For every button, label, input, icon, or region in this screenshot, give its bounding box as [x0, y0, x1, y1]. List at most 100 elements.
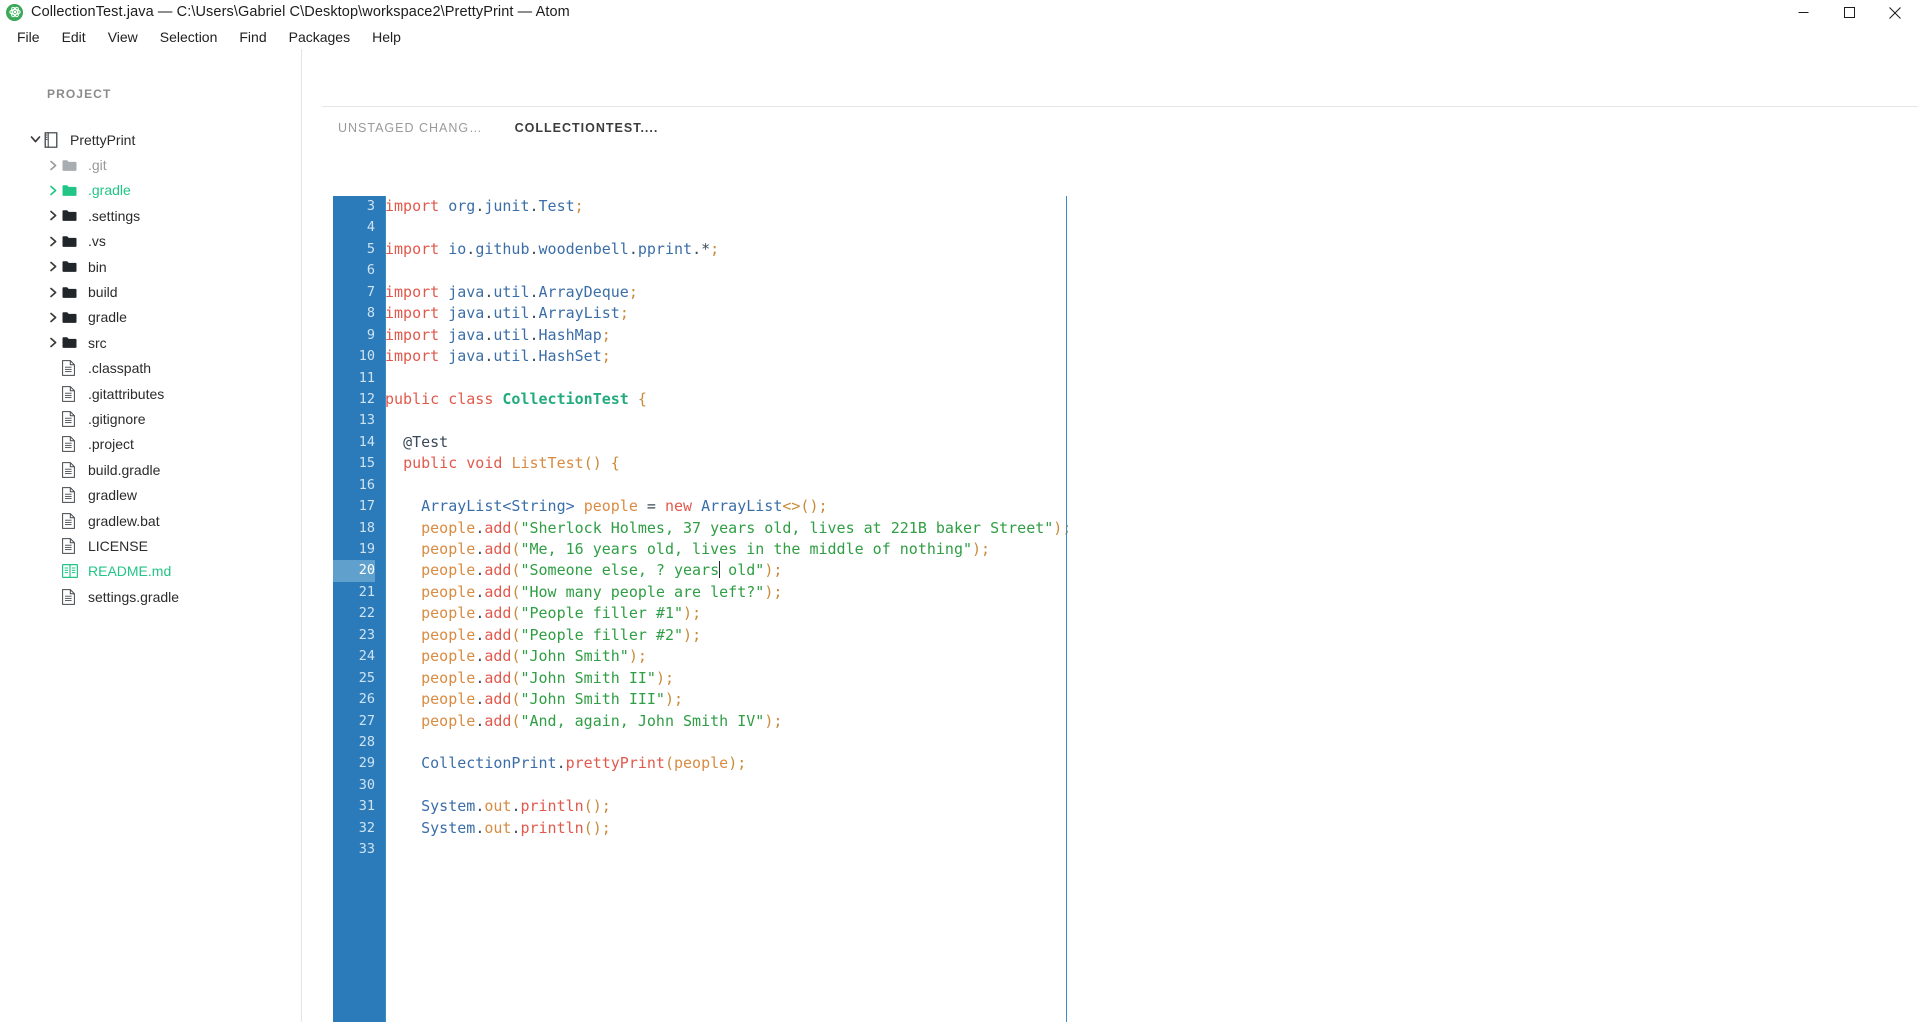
tree-item-label: .gitattributes — [88, 385, 165, 402]
line-number-gutter[interactable]: 3 4 5 6 7 8 9 10 11 12 13 14 15 16 17 18 19 20 21 22 23 24 25 2… — [333, 196, 385, 1022]
code-line[interactable]: people.add("People filler #2"); — [385, 625, 1918, 646]
maximize-button[interactable] — [1826, 0, 1872, 25]
code-line[interactable]: people.add("John Smith III"); — [385, 689, 1918, 710]
code-line[interactable]: ArrayList<String> people = new ArrayList… — [385, 496, 1918, 517]
tree-folder-prettyprint[interactable]: PrettyPrint — [0, 127, 301, 152]
chevron-right-icon[interactable] — [44, 236, 62, 247]
tree-item-label: README.md — [88, 563, 172, 580]
tree-folder-bin[interactable]: bin — [0, 254, 301, 279]
menu-item-packages[interactable]: Packages — [278, 27, 361, 47]
line-number: 19 — [358, 541, 375, 557]
code-line[interactable] — [385, 368, 1918, 389]
menu-item-selection[interactable]: Selection — [149, 27, 229, 47]
line-number: 29 — [358, 755, 375, 772]
line-number: 32 — [358, 819, 375, 836]
code-line[interactable]: people.add("People filler #1"); — [385, 603, 1918, 624]
code-line[interactable]: import java.util.ArrayDeque; — [385, 282, 1918, 303]
line-number: 16 — [358, 476, 375, 493]
code-line[interactable]: people.add("Someone else, ? years old"); — [385, 560, 1918, 581]
tree-file-project[interactable]: .project — [0, 432, 301, 457]
tree-file-gradlewbat[interactable]: gradlew.bat — [0, 508, 301, 533]
code-line[interactable]: people.add("And, again, John Smith IV"); — [385, 711, 1918, 732]
minimize-button[interactable] — [1780, 0, 1826, 25]
tree-item-label: .classpath — [88, 360, 152, 377]
tree-folder-git[interactable]: .git — [0, 152, 301, 177]
tree-item-label: build.gradle — [88, 461, 161, 478]
code-line[interactable] — [385, 217, 1918, 238]
code-line[interactable]: people.add("Sherlock Holmes, 37 years ol… — [385, 518, 1918, 539]
chevron-right-icon[interactable] — [44, 337, 62, 348]
atom-logo-icon — [6, 3, 23, 21]
code-line[interactable]: System.out.println(); — [385, 818, 1918, 839]
code-editor[interactable]: 3 4 5 6 7 8 9 10 11 12 13 14 15 16 17 18 19 20 21 22 23 24 25 2… — [333, 196, 1918, 1022]
tree-file-readmemd[interactable]: README.md — [0, 559, 301, 584]
code-line[interactable]: people.add("Me, 16 years old, lives in t… — [385, 539, 1918, 560]
file-icon — [62, 487, 84, 504]
chevron-down-icon[interactable] — [26, 135, 44, 144]
tree-file-buildgradle[interactable]: build.gradle — [0, 457, 301, 482]
chevron-right-icon[interactable] — [44, 185, 62, 196]
code-line[interactable]: people.add("John Smith"); — [385, 646, 1918, 667]
menu-item-file[interactable]: File — [6, 27, 51, 47]
chevron-right-icon[interactable] — [44, 210, 62, 221]
code-line[interactable]: import org.junit.Test; — [385, 196, 1918, 217]
menu-item-help[interactable]: Help — [361, 27, 412, 47]
tree-folder-build[interactable]: build — [0, 279, 301, 304]
code-line[interactable] — [385, 260, 1918, 281]
chevron-right-icon[interactable] — [44, 160, 62, 171]
tree-file-gitignore[interactable]: .gitignore — [0, 406, 301, 431]
file-icon — [62, 512, 84, 529]
code-line[interactable]: @Test — [385, 432, 1918, 453]
editor-tab-collectiontest[interactable]: COLLECTIONTEST.... — [499, 107, 675, 149]
menu-item-edit[interactable]: Edit — [51, 27, 97, 47]
chevron-right-icon[interactable] — [44, 312, 62, 323]
tree-item-label: gradle — [88, 309, 127, 326]
code-line[interactable]: people.add("John Smith II"); — [385, 668, 1918, 689]
code-line[interactable]: import io.github.woodenbell.pprint.*; — [385, 239, 1918, 260]
tree-file-license[interactable]: LICENSE — [0, 533, 301, 558]
line-number: 7 — [366, 283, 375, 300]
code-line[interactable]: import java.util.HashSet; — [385, 346, 1918, 367]
tree-file-gradlew[interactable]: gradlew — [0, 482, 301, 507]
code-line[interactable]: System.out.println(); — [385, 796, 1918, 817]
tree-folder-gradle[interactable]: gradle — [0, 305, 301, 330]
code-line[interactable] — [385, 839, 1918, 860]
line-number: 27 — [358, 712, 375, 729]
code-line[interactable] — [385, 732, 1918, 753]
close-button[interactable] — [1872, 0, 1918, 25]
sidebar-title: PROJECT — [47, 87, 112, 101]
code-line[interactable] — [385, 410, 1918, 431]
folder-icon — [62, 336, 84, 349]
code-line[interactable]: people.add("How many people are left?"); — [385, 582, 1918, 603]
editor-tab-unstaged-changes[interactable]: UNSTAGED CHANG… — [322, 107, 499, 149]
code-line[interactable]: public void ListTest() { — [385, 453, 1918, 474]
tree-folder-settings[interactable]: .settings — [0, 203, 301, 228]
tree-folder-src[interactable]: src — [0, 330, 301, 355]
code-line[interactable]: import java.util.HashMap; — [385, 325, 1918, 346]
tree-item-label: build — [88, 284, 118, 301]
code-line[interactable]: CollectionPrint.prettyPrint(people); — [385, 753, 1918, 774]
tree-file-gitattributes[interactable]: .gitattributes — [0, 381, 301, 406]
tree-file-classpath[interactable]: .classpath — [0, 356, 301, 381]
code-line[interactable]: import java.util.ArrayList; — [385, 303, 1918, 324]
file-icon — [62, 360, 84, 377]
tree-item-label: .git — [88, 157, 107, 174]
file-icon — [62, 538, 84, 554]
menu-item-find[interactable]: Find — [228, 27, 277, 47]
tree-folder-vs[interactable]: .vs — [0, 229, 301, 254]
tree-folder-gradle[interactable]: .gradle — [0, 178, 301, 203]
tree-file-settingsgradle[interactable]: settings.gradle — [0, 584, 301, 609]
main-body: PROJECT PrettyPrint .git .gradle .settings.… — [0, 49, 1918, 1022]
code-line[interactable]: public class CollectionTest { — [385, 389, 1918, 410]
window-title: CollectionTest.java — C:\Users\Gabriel C… — [31, 4, 570, 20]
chevron-right-icon[interactable] — [44, 287, 62, 298]
code-line[interactable] — [385, 475, 1918, 496]
window-titlebar: CollectionTest.java — C:\Users\Gabriel C… — [0, 0, 1918, 25]
folder-icon — [62, 209, 84, 222]
chevron-right-icon[interactable] — [44, 261, 62, 272]
menu-item-view[interactable]: View — [97, 27, 149, 47]
line-number: 21 — [358, 583, 375, 600]
code-content[interactable]: import org.junit.Test; import io.github.… — [385, 196, 1918, 1022]
tree-item-label: src — [88, 334, 107, 351]
code-line[interactable] — [385, 775, 1918, 796]
